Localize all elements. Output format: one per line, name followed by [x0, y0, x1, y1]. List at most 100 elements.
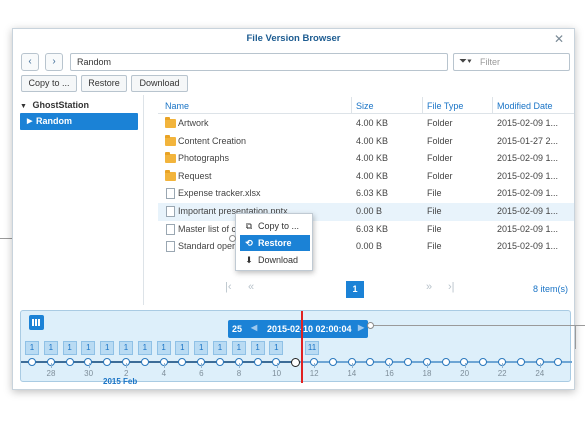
callout-line-right [372, 325, 585, 326]
table-row[interactable]: Artwork 4.00 KB Folder 2015-02-09 1... [158, 115, 574, 133]
file-icon [166, 188, 175, 200]
version-dot[interactable] [516, 358, 525, 366]
version-count-box[interactable]: 1 [194, 341, 209, 355]
tick-label: 22 [497, 369, 507, 378]
column-header-modified-date[interactable]: Modified Date [497, 101, 553, 111]
current-version-time: 2015-02-10 02:00:04 [267, 324, 352, 334]
download-button[interactable]: Download [131, 75, 188, 92]
folder-icon [165, 152, 176, 164]
forward-button[interactable]: › [45, 53, 63, 71]
file-icon [166, 206, 175, 217]
cell-modified: 2015-02-09 1... [497, 170, 559, 181]
cell-size: 4.00 KB [356, 135, 389, 146]
version-dot[interactable] [178, 358, 187, 366]
version-dot[interactable] [328, 358, 337, 366]
back-button[interactable]: ‹ [21, 53, 39, 71]
table-row[interactable]: Request 4.00 KB Folder 2015-02-09 1... [158, 168, 574, 186]
path-field[interactable]: Random [70, 53, 448, 71]
tick [464, 363, 466, 368]
version-count-box[interactable]: 1 [175, 341, 190, 355]
tick [314, 363, 316, 368]
context-menu: ⧉ Copy to ... ⟲ Restore ⬇ Download [235, 213, 313, 271]
version-count-box[interactable]: 1 [62, 341, 77, 355]
page-number[interactable]: 1 [346, 281, 364, 298]
current-time-marker[interactable] [301, 311, 303, 383]
column-header-name[interactable]: Name [165, 101, 189, 111]
column-header-file-type[interactable]: File Type [427, 101, 463, 111]
tree-root[interactable]: ▼ GhostStation [20, 100, 89, 110]
first-page-button[interactable]: |‹ [225, 281, 232, 293]
column-divider [422, 97, 423, 113]
version-count-box[interactable]: 1 [250, 341, 265, 355]
context-download[interactable]: ⬇ Download [240, 252, 310, 268]
version-count-box[interactable]: 1 [25, 341, 39, 355]
download-icon: ⬇ [245, 255, 253, 265]
context-restore-label: Restore [258, 238, 292, 248]
chevron-down-icon: ▼ [20, 103, 27, 110]
current-version-dot[interactable] [291, 357, 301, 367]
version-count-box[interactable]: 1 [231, 341, 246, 355]
last-page-button[interactable]: ›| [448, 281, 455, 293]
version-dot[interactable] [479, 358, 488, 366]
column-header-size[interactable]: Size [356, 101, 374, 111]
table-row[interactable]: Content Creation 4.00 KB Folder 2015-01-27 … [158, 133, 574, 151]
prev-page-button[interactable]: « [248, 281, 254, 293]
next-version-arrow[interactable]: ▶ [358, 323, 364, 332]
context-download-label: Download [258, 255, 299, 265]
version-dot[interactable] [103, 358, 112, 366]
version-count-box[interactable]: 11 [305, 341, 319, 355]
version-dot[interactable] [65, 358, 74, 366]
table-row[interactable]: Expense tracker.xlsx 6.03 KB File 2015-02-0… [158, 185, 574, 203]
close-icon[interactable]: ✕ [552, 32, 566, 46]
tick [539, 363, 541, 368]
header-divider [158, 113, 574, 114]
copy-to-button[interactable]: Copy to ... [21, 75, 77, 92]
version-count-box[interactable]: 1 [269, 341, 284, 355]
version-count-box[interactable]: 1 [81, 341, 96, 355]
tick-label: 8 [236, 369, 242, 378]
version-dot[interactable] [140, 358, 149, 366]
month-label: 2015 Feb [103, 377, 138, 386]
version-count-box[interactable]: 1 [156, 341, 171, 355]
version-count-box[interactable]: 1 [43, 341, 58, 355]
version-dot[interactable] [404, 358, 412, 366]
callout-dot [229, 235, 236, 242]
cell-type: Folder [427, 135, 453, 146]
table-row[interactable]: Master list of co 6.03 KB File 2015-02-09 1… [158, 221, 574, 239]
version-dot[interactable] [441, 358, 450, 366]
table-row[interactable]: Standard operat 0.00 B File 2015-02-09 1... [158, 238, 574, 256]
tick [351, 363, 353, 368]
version-count-box[interactable]: 1 [137, 341, 152, 355]
version-count-box[interactable]: 1 [100, 341, 115, 355]
current-version-badge: 25 ◀ 2015-02-10 02:00:04 ▶ [228, 320, 368, 338]
version-dot[interactable] [253, 358, 262, 366]
next-page-button[interactable]: » [426, 281, 432, 293]
file-icon [166, 241, 175, 253]
restore-icon: ⟲ [245, 238, 253, 248]
table-row[interactable]: Photographs 4.00 KB Folder 2015-02-09 1... [158, 150, 574, 168]
version-count-box[interactable]: 1 [213, 341, 227, 355]
cell-modified: 2015-02-09 1... [497, 153, 559, 164]
version-dot[interactable] [554, 358, 563, 366]
table-row[interactable]: Important presentation.pptx 0.00 B File 201… [158, 203, 574, 221]
filter-input[interactable]: ⏷▾ Filter [453, 53, 570, 71]
context-copy-to[interactable]: ⧉ Copy to ... [240, 218, 310, 234]
tick-label: 6 [199, 369, 204, 378]
copy-icon: ⧉ [245, 221, 253, 231]
pager: |‹ « 1 » ›| 8 item(s) [158, 278, 574, 300]
version-timeline[interactable]: 25 ◀ 2015-02-10 02:00:04 ▶ 1111111111111… [20, 310, 572, 386]
calendar-icon[interactable] [29, 315, 44, 330]
version-dot[interactable] [28, 358, 36, 366]
cell-type: Folder [427, 170, 453, 181]
version-dot[interactable] [366, 358, 375, 366]
tree-item-random[interactable]: ▶ Random [20, 113, 138, 130]
tick [126, 363, 128, 368]
prev-version-arrow[interactable]: ◀ [251, 323, 257, 332]
version-count-box[interactable]: 1 [119, 341, 133, 355]
version-dot[interactable] [216, 358, 224, 366]
cell-type: File [427, 206, 442, 216]
context-restore[interactable]: ⟲ Restore [240, 235, 310, 251]
stage: File Version Browser ✕ ‹ › Random ⏷▾ Fil… [0, 0, 585, 435]
restore-button[interactable]: Restore [81, 75, 127, 92]
item-count: 8 item(s) [532, 284, 568, 294]
